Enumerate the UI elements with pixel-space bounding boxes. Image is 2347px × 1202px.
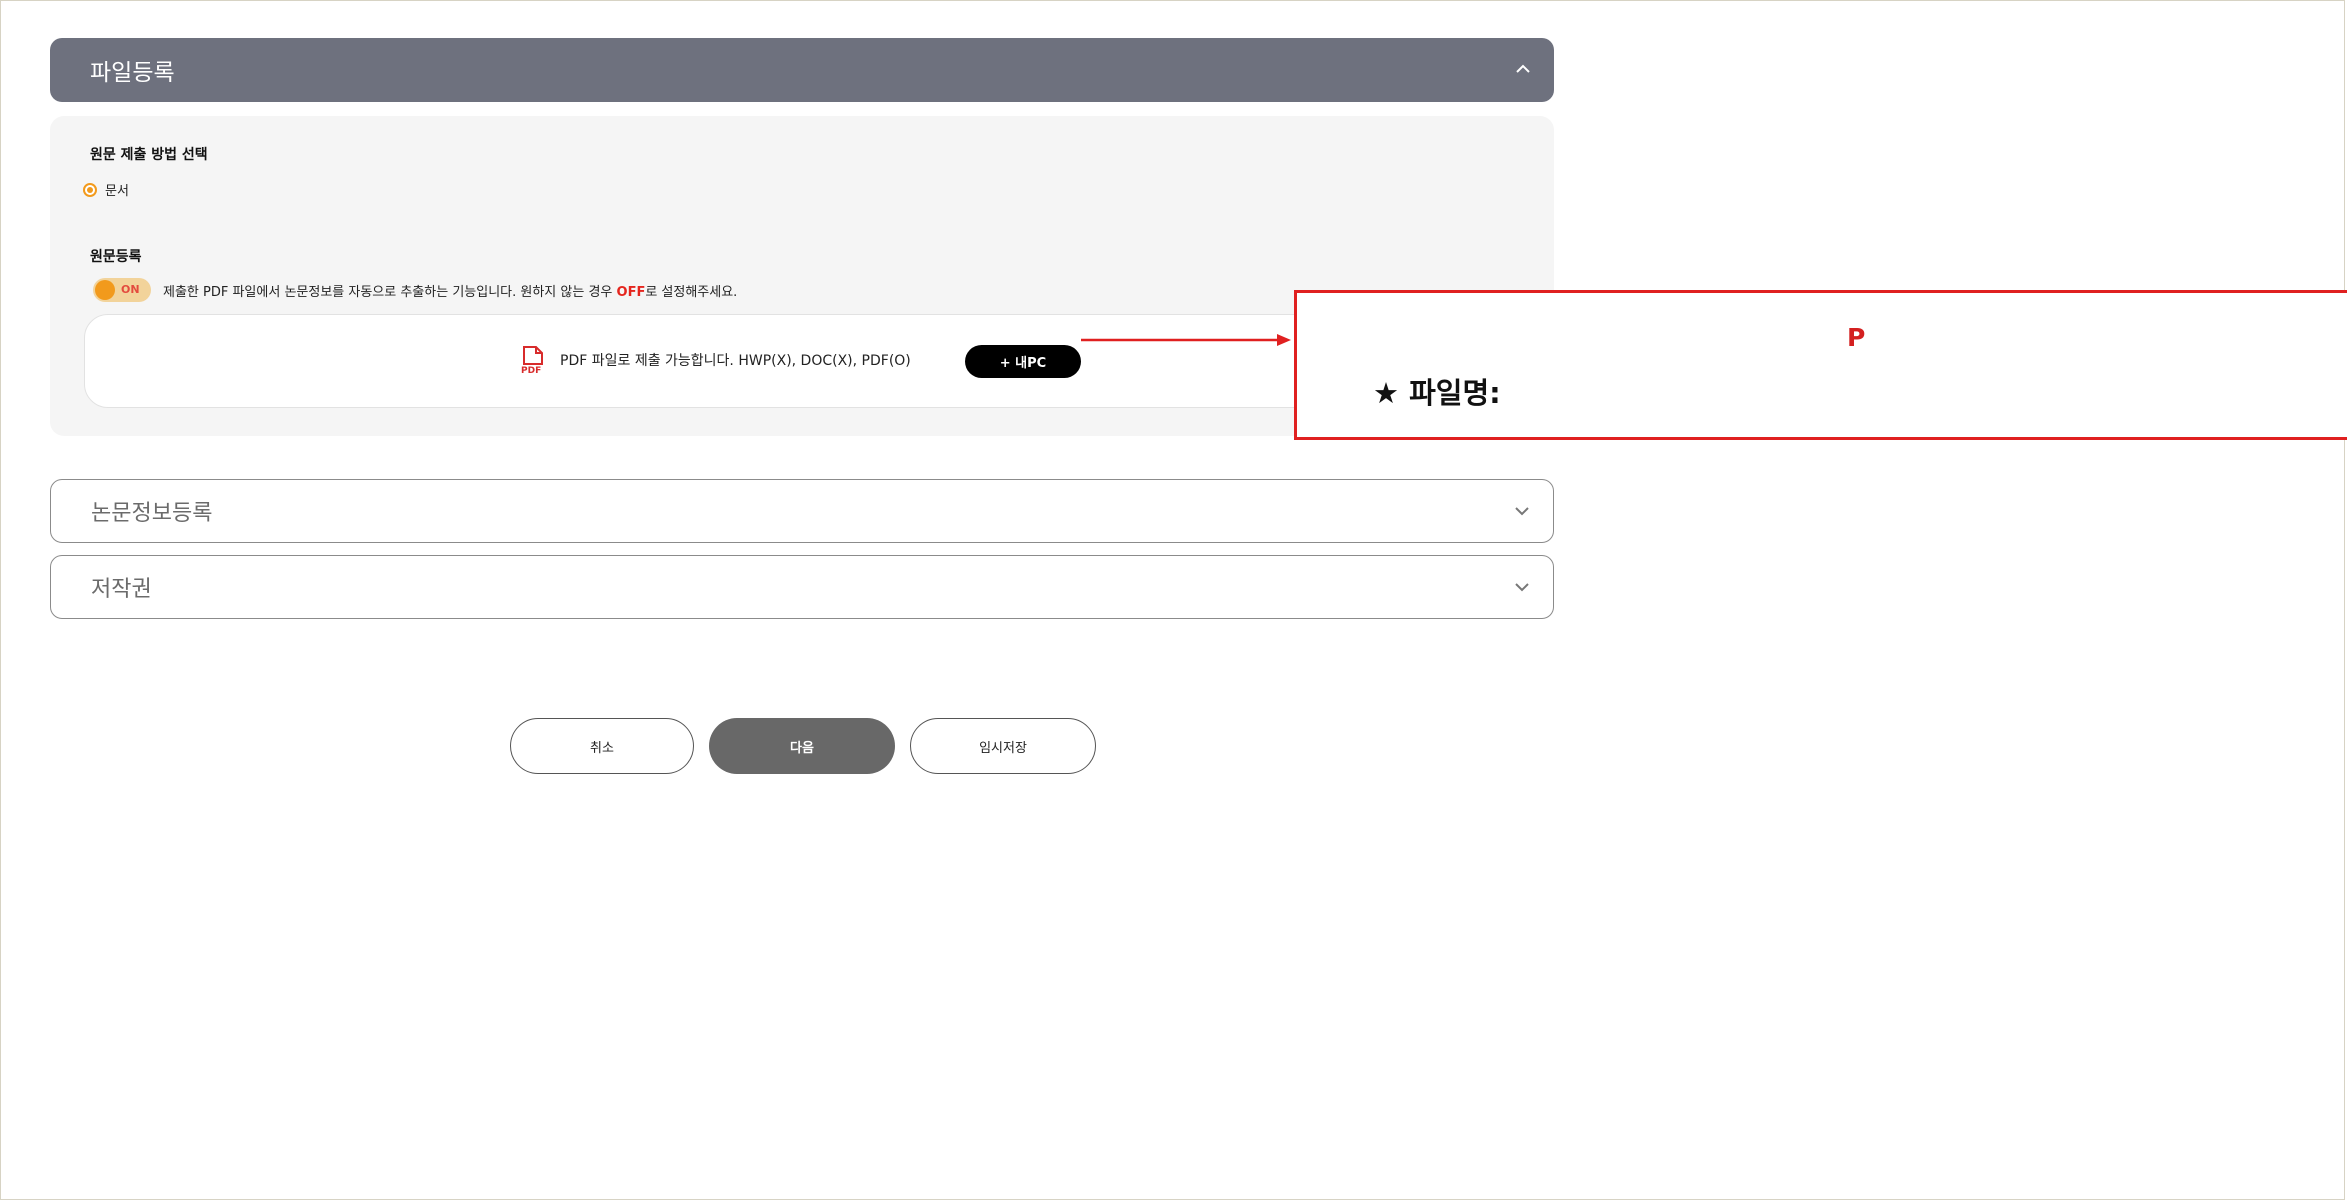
toggle-state-label: ON xyxy=(121,283,140,296)
upload-hint-text: PDF 파일로 제출 가능합니다. HWP(X), DOC(X), PDF(O) xyxy=(560,353,911,369)
auto-extract-row: ON 제출한 PDF 파일에서 논문정보를 자동으로 추출하는 기능입니다. 원… xyxy=(93,278,737,302)
cancel-button[interactable]: 취소 xyxy=(510,718,694,774)
radio-selected-icon[interactable] xyxy=(83,182,97,197)
callout-line2: ★ 파일명: xyxy=(1373,376,1501,410)
temp-save-button[interactable]: 임시저장 xyxy=(910,718,1096,774)
register-section-title: 원문등록 xyxy=(90,249,142,265)
auto-extract-description: 제출한 PDF 파일에서 논문정보를 자동으로 추출하는 기능입니다. 원하지 … xyxy=(163,284,738,300)
method-radio-document[interactable]: 문서 xyxy=(83,180,129,199)
pdf-file-icon: PDF xyxy=(521,346,543,374)
annotation-callout: P ★ 파일명: xyxy=(1294,290,2347,440)
file-register-header[interactable]: 파일등록 xyxy=(50,38,1554,102)
method-section-title: 원문 제출 방법 선택 xyxy=(90,147,208,163)
accordion-copyright-label: 저작권 xyxy=(91,577,152,602)
accordion-paper-info-label: 논문정보등록 xyxy=(91,501,213,526)
accordion-copyright[interactable]: 저작권 xyxy=(50,555,1554,619)
next-button[interactable]: 다음 xyxy=(709,718,895,774)
chevron-down-icon[interactable] xyxy=(1513,578,1531,596)
accordion-paper-info[interactable]: 논문정보등록 xyxy=(50,479,1554,543)
chevron-down-icon[interactable] xyxy=(1513,502,1531,520)
svg-text:PDF: PDF xyxy=(521,366,541,374)
callout-line1: P xyxy=(1847,323,1866,352)
upload-hint: PDF PDF 파일로 제출 가능합니다. HWP(X), DOC(X), PD… xyxy=(520,346,911,374)
auto-extract-toggle[interactable]: ON xyxy=(93,278,151,302)
my-pc-upload-button[interactable]: + 내PC xyxy=(965,345,1081,378)
chevron-up-icon[interactable] xyxy=(1514,60,1532,78)
radio-label: 문서 xyxy=(105,184,129,199)
file-register-title: 파일등록 xyxy=(90,60,175,86)
arrow-right-icon xyxy=(1081,334,1291,346)
